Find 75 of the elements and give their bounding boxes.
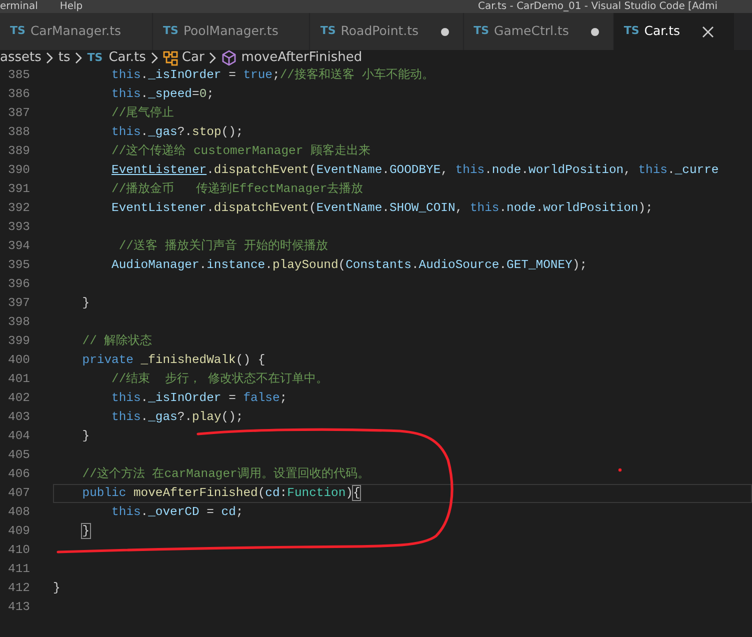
menu-item[interactable]: erminal: [0, 0, 38, 13]
breadcrumb-item[interactable]: moveAfterFinished: [241, 48, 362, 68]
line-number: 400: [7, 352, 30, 369]
code-line: private _finishedWalk() {: [81, 352, 266, 369]
cube-icon: [221, 50, 238, 66]
line-number: 386: [7, 86, 30, 103]
line-number: 392: [7, 200, 30, 217]
modified-dot-icon: [440, 28, 449, 36]
line-number: 413: [7, 599, 30, 616]
code-line: //播放金币 传递到EffectManager去播放: [110, 181, 364, 198]
line-number: 390: [7, 162, 30, 179]
ink-dot-icon: [618, 468, 622, 472]
file-type-label: TS: [87, 50, 103, 66]
editor-tab[interactable]: TS GameCtrl.ts: [464, 13, 614, 50]
line-number: 395: [7, 257, 30, 274]
line-number: 397: [7, 295, 30, 312]
editor-tab[interactable]: TS RoadPoint.ts: [310, 13, 464, 50]
code-line: }: [53, 580, 60, 597]
code-line: //这个传递给 customerManager 顾客走出来: [110, 142, 370, 160]
breadcrumb-item[interactable]: ts: [58, 48, 70, 68]
line-number: 398: [7, 314, 30, 331]
window-title: Car.ts - CarDemo_01 - Visual Studio Code [Admi: [478, 0, 718, 13]
chevron-icon: [45, 52, 54, 64]
chevron-icon: [74, 52, 84, 64]
line-number: 409: [7, 523, 30, 540]
breadcrumb-item[interactable]: Car: [182, 48, 204, 68]
code-line: this._overCD = cd;: [110, 504, 244, 521]
line-number: 393: [7, 219, 30, 236]
code-line: //尾气停止: [110, 105, 174, 122]
code-line: }: [81, 523, 90, 540]
chevron-icon: [150, 52, 159, 64]
code-line: //这个方法 在carManager调用。设置回收的代码。: [81, 466, 370, 483]
modified-dot-icon: [590, 28, 599, 36]
code-line: this._isInOrder = false;: [110, 390, 288, 407]
code-line: this._gas?.stop();: [110, 124, 244, 141]
code-line: // 解除状态: [81, 333, 152, 350]
code-line: }: [81, 428, 90, 445]
editor-tab[interactable]: TS PoolManager.ts: [153, 13, 310, 50]
code-line: //送客 播放关门声音 开始的时候播放: [118, 238, 328, 255]
breadcrumb-item[interactable]: assets: [0, 48, 42, 68]
line-number: 411: [7, 561, 30, 578]
code-line: public moveAfterFinished(cd:Function){: [53, 484, 752, 503]
chevron-icon: [208, 52, 218, 64]
line-number: 389: [7, 143, 30, 160]
line-number: 385: [7, 67, 30, 84]
menu-item[interactable]: Help: [60, 0, 83, 13]
code-line: //结束 步行， 修改状态不在订单中。: [110, 371, 328, 388]
code-line: AudioManager.instance.playSound(Constants.AudioSource.GET_MONEY);: [110, 257, 588, 274]
editor-tab[interactable]: TS Car.ts: [614, 13, 736, 50]
close-icon: [702, 26, 714, 38]
line-number: 391: [7, 181, 30, 198]
line-number: 396: [7, 276, 30, 293]
line-number: 403: [7, 409, 30, 426]
line-number: 402: [7, 390, 30, 407]
class-icon: [162, 50, 178, 66]
line-number: 406: [7, 466, 30, 483]
line-number: 408: [7, 504, 30, 521]
line-number: 404: [7, 428, 30, 445]
line-number: 394: [7, 238, 30, 255]
breadcrumb-item[interactable]: Car.ts: [108, 48, 146, 68]
code-line: }: [81, 295, 90, 312]
code-line: this._isInOrder = true;//接客和送客 小车不能动。: [110, 66, 434, 84]
line-number: 410: [7, 542, 30, 559]
code-line: EventListener.dispatchEvent(EventName.SHOW_COIN, this.node.worldPosition);: [110, 200, 653, 217]
code-line: EventListener.dispatchEvent(EventName.GOODBYE, this.node.worldPosition, this._curre: [110, 162, 719, 179]
line-number: 401: [7, 371, 30, 388]
editor-tab[interactable]: TS CarManager.ts: [0, 13, 153, 50]
line-number: 387: [7, 105, 30, 122]
code-line: this._speed=0;: [110, 86, 214, 103]
line-number: 407: [7, 485, 30, 502]
line-number: 399: [7, 333, 30, 350]
line-number: 405: [7, 447, 30, 464]
code-line: this._gas?.play();: [110, 409, 244, 426]
line-number: 412: [7, 580, 30, 597]
line-number: 388: [7, 124, 30, 141]
